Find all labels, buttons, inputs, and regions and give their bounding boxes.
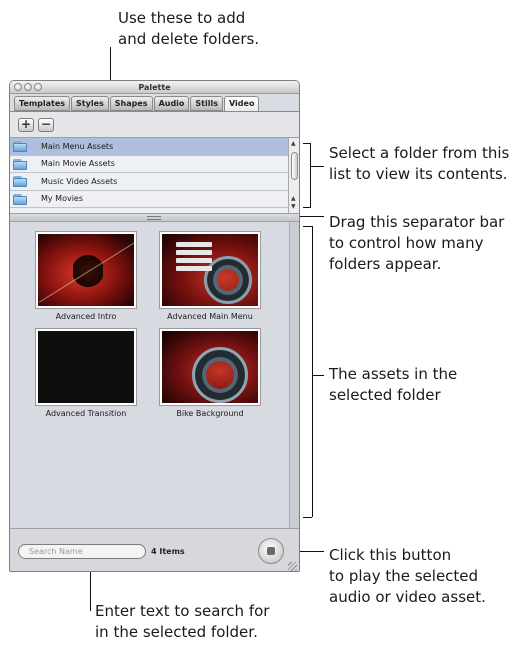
callout-line: Use these to add <box>118 9 246 27</box>
scroll-up-arrow-icon[interactable]: ▲ <box>291 141 296 147</box>
scroll-down-arrow-icon[interactable]: ▼ <box>291 204 296 210</box>
tab-stills[interactable]: Stills <box>190 96 223 111</box>
folder-row-main-menu-assets[interactable]: Main Menu Assets <box>10 138 288 156</box>
folder-list: Main Menu Assets Main Movie Assets Music… <box>10 137 288 213</box>
callout-line: list to view its contents. <box>329 165 508 183</box>
asset-thumbnail[interactable] <box>35 328 137 406</box>
folder-label: Main Menu Assets <box>41 141 114 151</box>
scroll-thumb[interactable] <box>291 152 298 180</box>
asset-bike-background[interactable]: Bike Background <box>159 328 261 418</box>
callout-play: Click this button to play the selected a… <box>329 545 486 608</box>
tab-shapes[interactable]: Shapes <box>109 96 153 111</box>
tab-bar: Templates Styles Shapes Audio Stills Vid… <box>14 96 260 112</box>
bracket-folders-spine <box>310 143 311 208</box>
folder-icon <box>13 175 27 187</box>
callout-line: Enter text to search for <box>95 602 270 620</box>
drag-grip-icon[interactable] <box>147 216 161 220</box>
bracket-assets-pointer <box>313 375 324 376</box>
callout-line: Drag this separator bar <box>329 213 505 231</box>
search-field[interactable]: Search Name <box>18 544 146 559</box>
bracket-assets-bottom <box>303 517 312 518</box>
folder-row-my-movies[interactable]: My Movies <box>10 191 288 208</box>
asset-label: Advanced Intro <box>55 312 117 321</box>
asset-grid-scrollbar[interactable] <box>289 222 299 528</box>
play-button[interactable] <box>258 538 284 564</box>
title-bar[interactable]: Palette <box>10 81 299 94</box>
asset-thumbnail[interactable] <box>159 328 261 406</box>
callout-line: selected folder <box>329 386 441 404</box>
window-title: Palette <box>138 83 171 92</box>
folder-icon <box>13 193 27 205</box>
palette-footer: Search Name 4 Items <box>10 528 299 571</box>
callout-select-folder: Select a folder from this list to view i… <box>329 143 509 185</box>
callout-line: Select a folder from this <box>329 144 510 162</box>
callout-line: folders appear. <box>329 255 442 273</box>
asset-advanced-main-menu[interactable]: Advanced Main Menu <box>159 231 261 321</box>
add-folder-button[interactable]: + <box>18 118 34 132</box>
tab-video[interactable]: Video <box>224 96 260 112</box>
folder-label: Main Movie Assets <box>41 159 115 169</box>
delete-folder-button[interactable]: − <box>38 118 54 132</box>
callout-line: to control how many <box>329 234 484 252</box>
scroll-up-arrow-icon[interactable]: ▲ <box>291 196 296 202</box>
item-count: 4 Items <box>151 547 185 556</box>
folder-row-music-video-assets[interactable]: Music Video Assets <box>10 173 288 191</box>
asset-label: Advanced Main Menu <box>167 312 253 321</box>
callout-line: audio or video asset. <box>329 588 486 606</box>
bracket-assets-spine <box>312 226 313 517</box>
folder-icon <box>13 158 27 170</box>
asset-grid: Advanced Intro Advanced Main Menu Advanc… <box>10 222 289 528</box>
callout-add-delete: Use these to add and delete folders. <box>118 8 259 50</box>
bracket-assets-top <box>303 226 312 227</box>
tab-templates[interactable]: Templates <box>14 96 71 111</box>
tab-audio[interactable]: Audio <box>153 96 190 111</box>
asset-thumbnail[interactable] <box>159 231 261 309</box>
asset-label: Advanced Transition <box>45 409 127 418</box>
bracket-folders-bottom <box>303 207 310 208</box>
folder-list-scrollbar[interactable]: ▲ ▲ ▼ <box>288 137 299 213</box>
callout-separator: Drag this separator bar to control how m… <box>329 212 504 275</box>
bracket-folders-top <box>303 143 310 144</box>
asset-label: Bike Background <box>176 409 244 418</box>
asset-thumbnail[interactable] <box>35 231 137 309</box>
folder-row-main-movie-assets[interactable]: Main Movie Assets <box>10 156 288 173</box>
callout-search: Enter text to search for in the selected… <box>95 601 269 643</box>
palette-window: Palette Templates Styles Shapes Audio St… <box>9 80 300 572</box>
tab-styles[interactable]: Styles <box>71 96 109 111</box>
callout-line: and delete folders. <box>118 30 260 48</box>
callout-line: to play the selected <box>329 567 479 585</box>
bracket-folders-pointer <box>311 166 324 167</box>
callout-line: Click this button <box>329 546 452 564</box>
callout-line: The assets in the <box>329 365 458 383</box>
folder-icon <box>13 140 27 152</box>
stop-icon <box>267 547 275 555</box>
callout-assets: The assets in the selected folder <box>329 364 457 406</box>
separator-bar[interactable] <box>10 213 299 222</box>
folder-label: Music Video Assets <box>41 176 118 186</box>
asset-advanced-intro[interactable]: Advanced Intro <box>35 231 137 321</box>
folder-label: My Movies <box>41 194 84 204</box>
resize-grip-icon[interactable] <box>288 562 297 571</box>
callout-line: in the selected folder. <box>95 623 258 641</box>
asset-advanced-transition[interactable]: Advanced Transition <box>35 328 137 418</box>
